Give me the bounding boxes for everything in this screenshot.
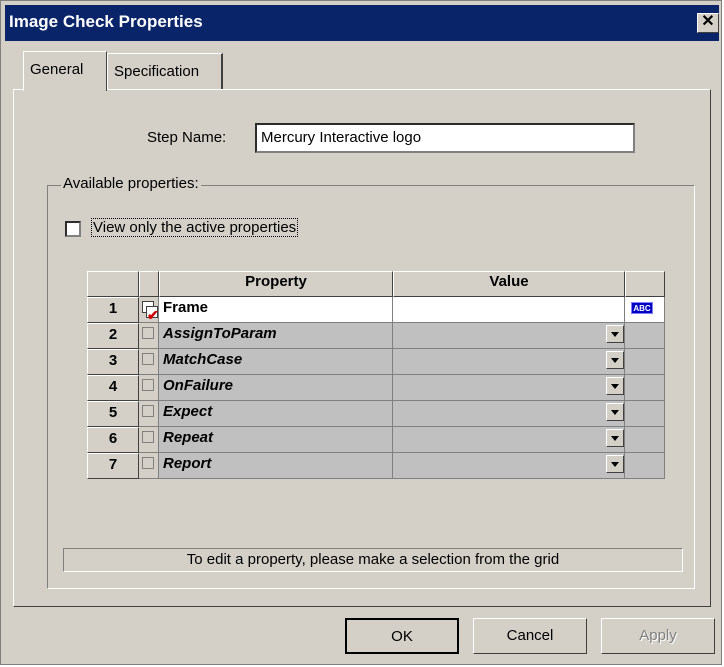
dropdown-arrow-icon[interactable]	[606, 429, 624, 447]
grid-cell-property[interactable]: Repeat	[159, 427, 393, 453]
cancel-button[interactable]: Cancel	[473, 618, 587, 654]
grid-row-number[interactable]: 5	[87, 401, 139, 427]
properties-grid: Property Value 1 ✔ Frame ABC 2 AssignToParam 3…	[87, 271, 665, 479]
window-title: Image Check Properties	[9, 12, 203, 31]
grid-header-value[interactable]: Value	[393, 271, 625, 297]
dropdown-arrow-icon[interactable]	[606, 455, 624, 473]
apply-button[interactable]: Apply	[601, 618, 715, 654]
tab-specification[interactable]: Specification	[107, 53, 223, 89]
grid-header-property[interactable]: Property	[159, 271, 393, 297]
grid-cell-type[interactable]	[625, 427, 665, 453]
row-checkbox-box	[142, 327, 154, 339]
dialog-window: Image Check Properties ✕ General Specifi…	[0, 0, 722, 665]
row-checkbox-box	[142, 379, 154, 391]
grid-cell-property[interactable]: Frame	[159, 297, 393, 323]
grid-row-active-checkbox[interactable]	[139, 401, 159, 427]
grid-type-header[interactable]	[625, 271, 665, 297]
grid-cell-value[interactable]	[393, 427, 625, 453]
row-checkbox-box	[142, 353, 154, 365]
grid-cell-value[interactable]	[393, 349, 625, 375]
step-name-label: Step Name:	[147, 129, 227, 146]
close-button[interactable]: ✕	[697, 13, 719, 33]
available-properties-label: Available properties:	[61, 175, 201, 192]
row-checkbox-box	[142, 405, 154, 417]
grid-row-number[interactable]: 6	[87, 427, 139, 453]
grid-cell-value[interactable]	[393, 375, 625, 401]
check-mark-icon: ✔	[146, 306, 159, 323]
row-checkbox-box: ✔	[142, 301, 159, 323]
grid-row-number[interactable]: 1	[87, 297, 139, 323]
grid-cell-type[interactable]: ABC	[625, 297, 665, 323]
step-name-input[interactable]: Mercury Interactive logo	[255, 123, 635, 153]
row-checkbox-box	[142, 457, 154, 469]
grid-cell-type[interactable]	[625, 401, 665, 427]
view-active-checkbox[interactable]	[65, 221, 81, 237]
text-type-icon[interactable]: ABC	[631, 302, 653, 314]
row-checkbox-box	[142, 431, 154, 443]
grid-cell-value[interactable]	[393, 297, 625, 323]
ok-button[interactable]: OK	[345, 618, 459, 654]
dropdown-arrow-icon[interactable]	[606, 403, 624, 421]
tab-specification-label: Specification	[114, 63, 200, 80]
grid-row-number[interactable]: 3	[87, 349, 139, 375]
dropdown-arrow-icon[interactable]	[606, 325, 624, 343]
dropdown-arrow-icon[interactable]	[606, 377, 624, 395]
grid-row-active-checkbox[interactable]	[139, 323, 159, 349]
close-icon: ✕	[701, 13, 715, 30]
grid-row-active-checkbox[interactable]	[139, 349, 159, 375]
grid-row-active-checkbox[interactable]: ✔	[139, 297, 159, 323]
grid-cell-type[interactable]	[625, 375, 665, 401]
grid-check-header[interactable]	[139, 271, 159, 297]
grid-cell-type[interactable]	[625, 323, 665, 349]
grid-row-number[interactable]: 7	[87, 453, 139, 479]
grid-row-active-checkbox[interactable]	[139, 375, 159, 401]
grid-corner-header[interactable]	[87, 271, 139, 297]
tab-general[interactable]: General	[23, 51, 107, 91]
grid-cell-property[interactable]: OnFailure	[159, 375, 393, 401]
grid-cell-type[interactable]	[625, 453, 665, 479]
dropdown-arrow-icon[interactable]	[606, 351, 624, 369]
grid-cell-property[interactable]: Report	[159, 453, 393, 479]
grid-cell-value[interactable]	[393, 453, 625, 479]
grid-cell-value[interactable]	[393, 401, 625, 427]
grid-cell-property[interactable]: MatchCase	[159, 349, 393, 375]
grid-row-active-checkbox[interactable]	[139, 427, 159, 453]
grid-cell-property[interactable]: Expect	[159, 401, 393, 427]
grid-cell-type[interactable]	[625, 349, 665, 375]
view-active-checkbox-label[interactable]: View only the active properties	[91, 218, 299, 237]
status-bar: To edit a property, please make a select…	[63, 548, 683, 572]
grid-row-active-checkbox[interactable]	[139, 453, 159, 479]
tab-general-label: General	[30, 61, 84, 78]
grid-row-number[interactable]: 4	[87, 375, 139, 401]
grid-cell-property[interactable]: AssignToParam	[159, 323, 393, 349]
grid-cell-value[interactable]	[393, 323, 625, 349]
title-bar[interactable]: Image Check Properties ✕	[5, 5, 719, 41]
grid-row-number[interactable]: 2	[87, 323, 139, 349]
